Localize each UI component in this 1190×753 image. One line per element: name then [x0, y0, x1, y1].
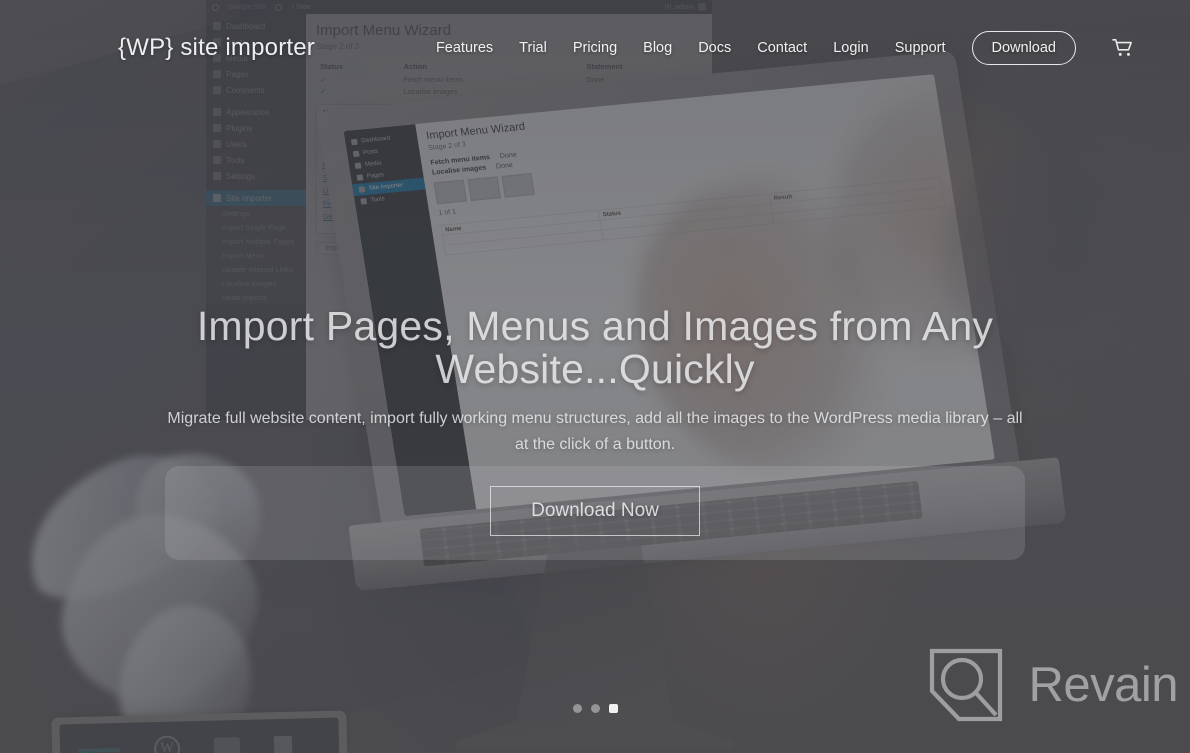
main-navigation: Features Trial Pricing Blog Docs Contact Login… — [436, 31, 1134, 65]
hero-title: Import Pages, Menus and Images from Any … — [196, 303, 994, 393]
shopping-cart-icon[interactable] — [1112, 38, 1134, 58]
revain-wordmark: Revain — [1028, 658, 1178, 712]
revain-logo-icon — [926, 645, 1006, 725]
page-root: Sample Site + New Hi, admin DashboardPos… — [0, 0, 1190, 753]
site-header: {WP} site importer Features Trial Pricing B… — [0, 0, 1190, 96]
nav-link-features[interactable]: Features — [436, 40, 493, 56]
site-brand[interactable]: {WP} site importer — [118, 34, 315, 62]
slider-dot-1[interactable] — [572, 704, 582, 713]
nav-link-pricing[interactable]: Pricing — [573, 40, 617, 56]
download-now-button[interactable]: Download Now — [490, 486, 700, 537]
nav-link-blog[interactable]: Blog — [643, 40, 672, 56]
revain-watermark: Revain — [926, 645, 1178, 725]
nav-link-trial[interactable]: Trial — [519, 40, 547, 56]
nav-link-support[interactable]: Support — [895, 40, 946, 56]
nav-link-contact[interactable]: Contact — [757, 40, 807, 56]
nav-link-login[interactable]: Login — [833, 40, 868, 56]
slider-dot-3[interactable] — [608, 704, 618, 713]
nav-link-docs[interactable]: Docs — [698, 40, 731, 56]
hero-section: Import Pages, Menus and Images from Any … — [0, 0, 1190, 753]
slider-dot-2[interactable] — [590, 704, 600, 713]
hero-subtitle: Migrate full website content, import ful… — [167, 410, 1023, 453]
download-button[interactable]: Download — [971, 31, 1076, 65]
